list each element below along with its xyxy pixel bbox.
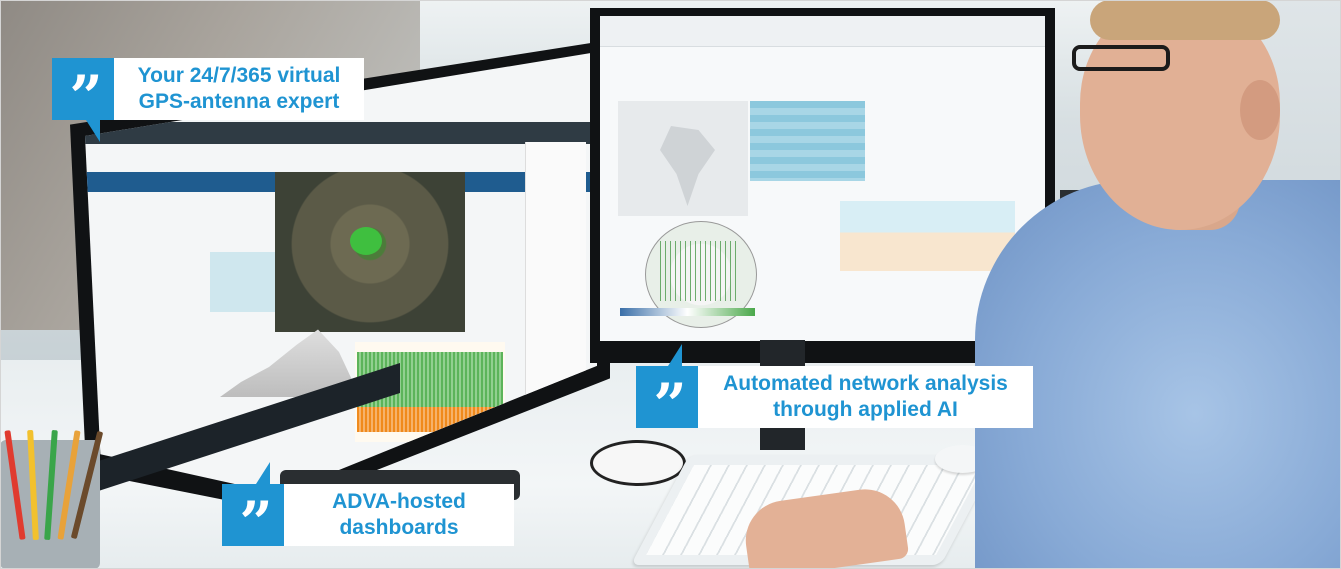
glasses [1072, 45, 1170, 71]
quote-glyph: ” [653, 371, 686, 439]
app-menu-bar [600, 16, 1045, 47]
quote-icon: ” [52, 58, 114, 131]
quote-icon: ” [636, 366, 698, 439]
device-table [750, 101, 865, 181]
polar-plot-points [660, 241, 740, 301]
callout-line: through applied AI [773, 398, 958, 421]
right-monitor-screen [600, 16, 1045, 341]
quote-glyph: ” [69, 63, 102, 131]
callout-line: GPS-antenna expert [138, 90, 340, 113]
bar-plot-panel [210, 252, 275, 312]
callout-ai-analysis: Automated network analysis through appli… [698, 366, 1033, 428]
tape-roll [590, 440, 686, 486]
callout-tail [86, 120, 100, 142]
callout-line: ADVA-hosted [332, 490, 466, 513]
callout-tail [256, 462, 270, 484]
quote-icon: ” [222, 484, 284, 557]
antenna-marker [350, 227, 382, 255]
browser-tab-bar [85, 122, 597, 144]
filter-side-list [525, 142, 586, 402]
person-hair [1090, 0, 1280, 40]
callout-line: Your 24/7/365 virtual [137, 64, 341, 87]
callout-tail [668, 344, 682, 366]
quote-glyph: ” [239, 489, 272, 557]
callout-virtual-expert: Your 24/7/365 virtual GPS-antenna expert [114, 58, 364, 120]
line-chart-panel [840, 201, 1015, 271]
office-scene: ” Your 24/7/365 virtual GPS-antenna expe… [0, 0, 1341, 569]
callout-dashboards: ADVA-hosted dashboards [284, 484, 514, 546]
color-scale [620, 308, 755, 316]
callout-line: Automated network analysis [723, 372, 1008, 395]
person-ear [1240, 80, 1280, 140]
callout-line: dashboards [339, 516, 459, 539]
